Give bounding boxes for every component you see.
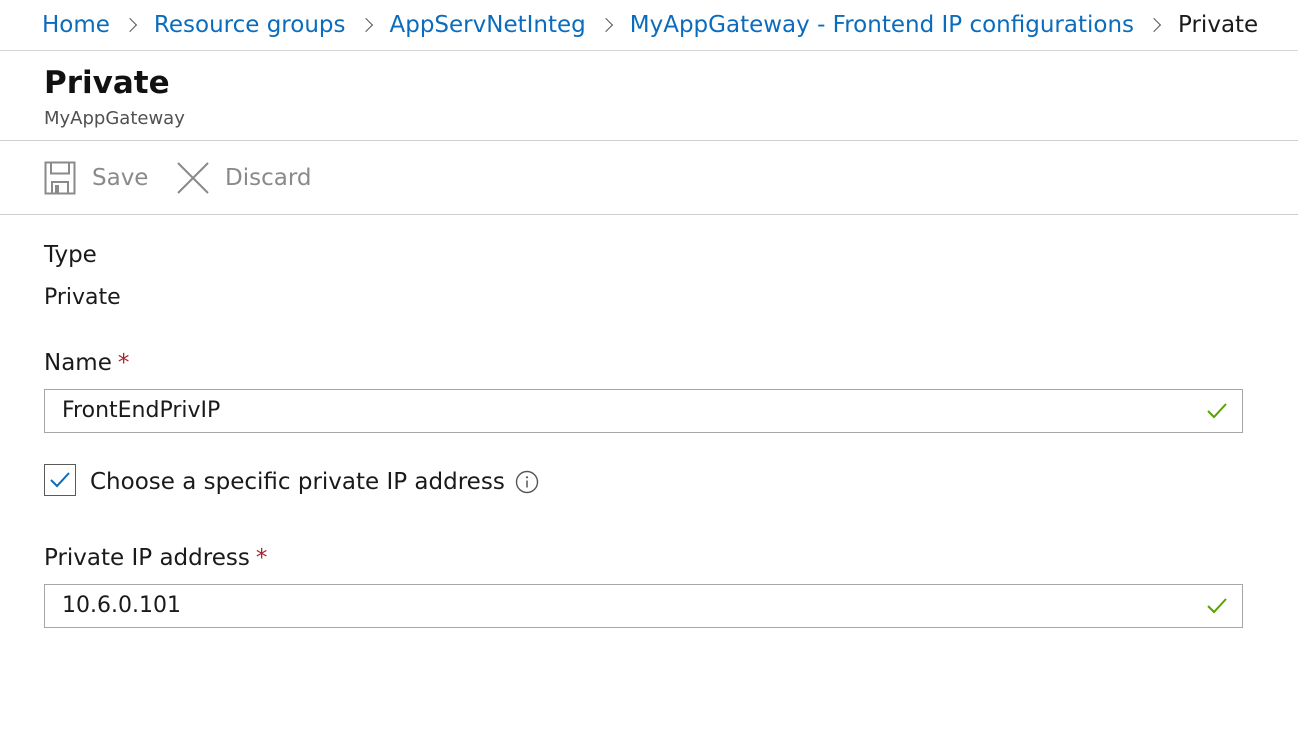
name-field[interactable]: FrontEndPrivIP [44,389,1243,433]
breadcrumb-current: Private [1178,12,1259,38]
breadcrumb-resource-group[interactable]: AppServNetInteg [390,8,586,42]
page-subtitle: MyAppGateway [44,108,185,129]
chevron-right-icon [586,8,630,42]
name-label: Name * [44,347,129,379]
required-marker: * [255,545,268,571]
page-title: Private [44,65,170,101]
info-icon[interactable] [515,470,539,494]
save-icon [44,161,76,195]
breadcrumb-home[interactable]: Home [42,8,110,42]
page: Home Resource groups AppServNetInteg MyA… [0,0,1298,732]
save-button[interactable]: Save [44,158,148,198]
specific-ip-checkbox[interactable] [44,464,76,496]
chevron-right-icon [1134,8,1178,42]
required-marker: * [117,350,130,376]
name-field-value: FrontEndPrivIP [62,398,221,423]
save-label: Save [92,165,149,191]
chevron-right-icon [110,8,154,42]
type-value: Private [44,285,121,310]
toolbar-divider [0,214,1298,215]
ip-label-text: Private IP address [44,545,250,571]
breadcrumb-resource-groups[interactable]: Resource groups [154,8,346,42]
checkmark-icon [1206,402,1228,424]
discard-label: Discard [225,165,312,191]
breadcrumb-row: Home Resource groups AppServNetInteg MyA… [42,8,1258,42]
specific-ip-checkbox-label: Choose a specific private IP address [90,466,539,498]
checkmark-icon [50,472,70,488]
header-divider [0,140,1298,141]
name-label-text: Name [44,350,112,376]
private-ip-field[interactable]: 10.6.0.101 [44,584,1243,628]
breadcrumb-frontend-ip-configurations[interactable]: MyAppGateway - Frontend IP configuration… [630,8,1134,42]
specific-ip-checkbox-text: Choose a specific private IP address [90,469,505,495]
close-icon [176,161,210,195]
type-label: Type [44,242,97,268]
discard-button[interactable]: Discard [176,158,311,198]
checkmark-icon [1206,597,1228,619]
ip-label: Private IP address * [44,542,267,574]
breadcrumb: Home Resource groups AppServNetInteg MyA… [0,0,1298,51]
chevron-right-icon [346,8,390,42]
private-ip-field-value: 10.6.0.101 [62,593,181,618]
